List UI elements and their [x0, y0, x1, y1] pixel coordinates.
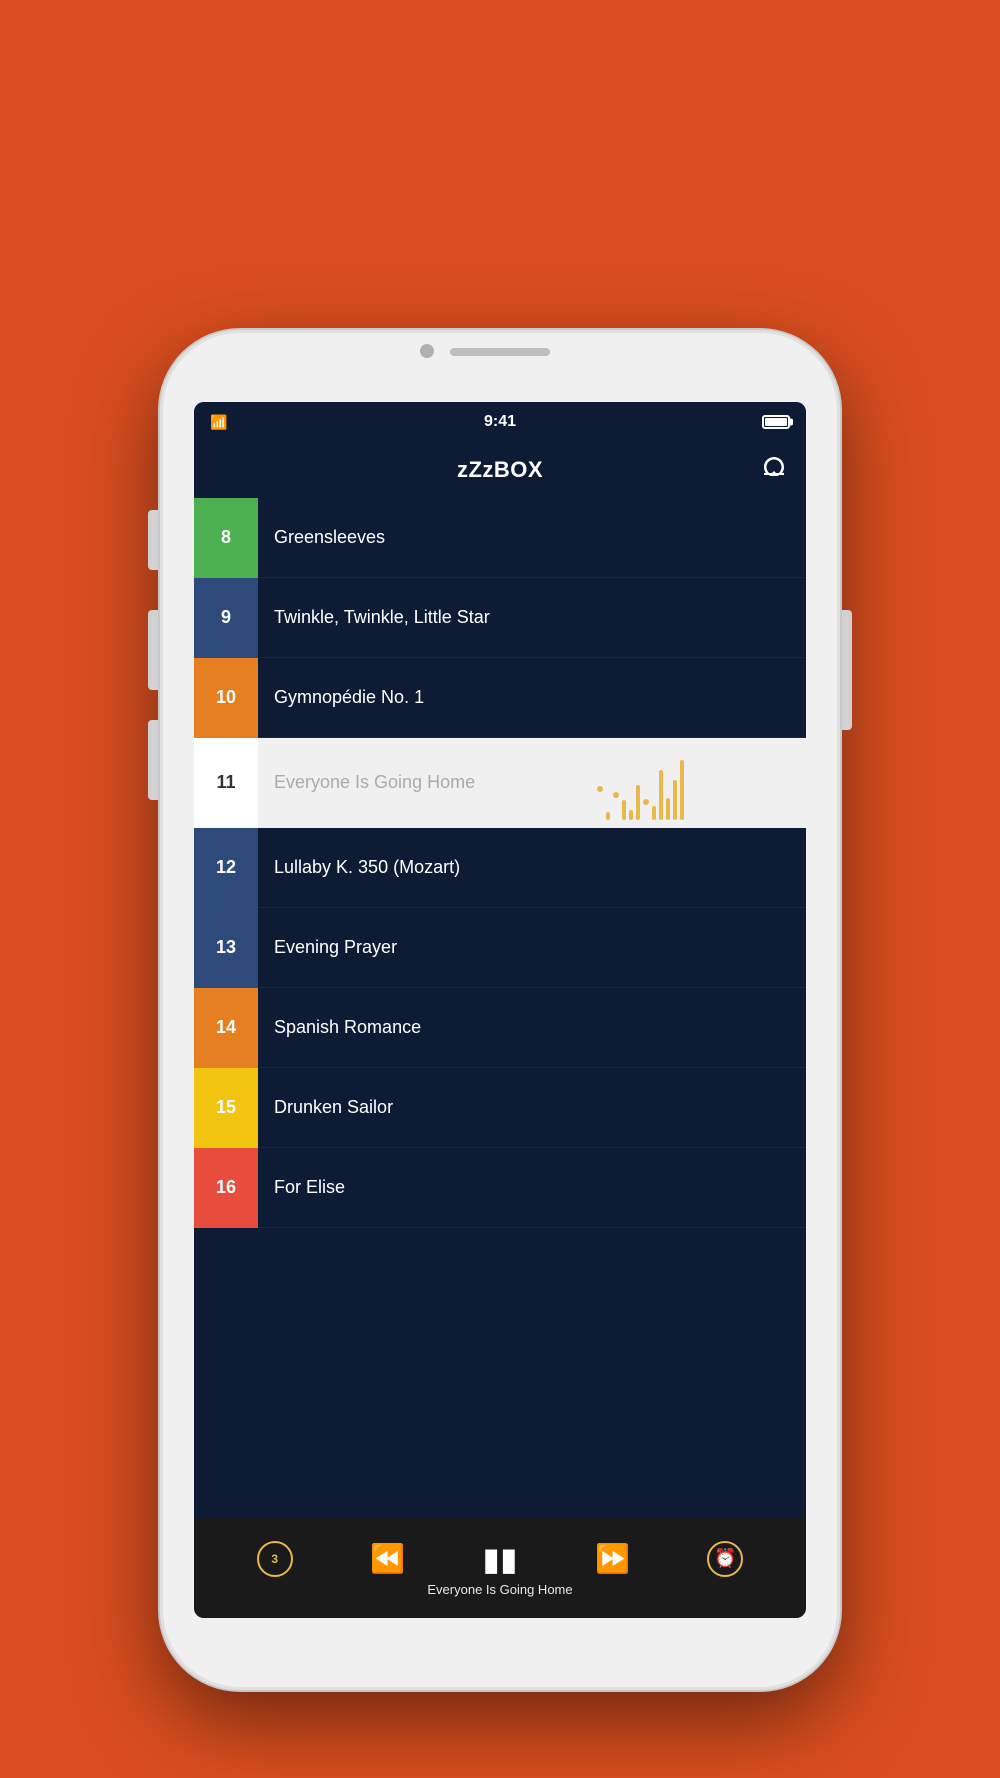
track-name-12: Lullaby K. 350 (Mozart) — [258, 857, 460, 878]
pause-icon: ▮▮ — [482, 1540, 517, 1578]
power-button — [842, 610, 852, 730]
waveform-dot — [597, 786, 603, 792]
waveform-visualization — [475, 738, 806, 828]
forward-button[interactable]: ⏩ — [595, 1542, 630, 1575]
track-name-8: Greensleeves — [258, 527, 385, 548]
app-title: zZzBOX — [457, 457, 543, 483]
waveform-bar — [673, 780, 677, 820]
rewind-button[interactable]: ⏪ — [370, 1542, 405, 1575]
waveform-bar — [622, 800, 626, 820]
track-name-11: Everyone Is Going Home — [258, 772, 475, 793]
track-item[interactable]: 13 Evening Prayer — [194, 908, 806, 988]
track-item[interactable]: 8 Greensleeves — [194, 498, 806, 578]
battery-fill — [765, 418, 787, 426]
track-name-16: For Elise — [258, 1177, 345, 1198]
track-number-13: 13 — [194, 908, 258, 988]
track-number-15: 15 — [194, 1068, 258, 1148]
phone-mockup: 📶 9:41 zZzBOX — [160, 330, 840, 1690]
status-time: 9:41 — [484, 413, 516, 431]
app-header: zZzBOX — [194, 442, 806, 498]
waveform-bar — [652, 806, 656, 820]
volume-up-button — [148, 610, 158, 690]
front-camera — [420, 344, 434, 358]
track-number-14: 14 — [194, 988, 258, 1068]
track-item[interactable]: 16 For Elise — [194, 1148, 806, 1228]
track-number-10: 10 — [194, 658, 258, 738]
battery-icon — [762, 415, 790, 429]
track-name-14: Spanish Romance — [258, 1017, 421, 1038]
timer-count: 3 — [271, 1552, 278, 1566]
player-bar: 3 ⏪ ▮▮ ⏩ ⏰ Everyone Is Going H — [194, 1518, 806, 1618]
status-bar: 📶 9:41 — [194, 402, 806, 442]
rewind-icon: ⏪ — [370, 1542, 405, 1575]
mute-button — [148, 510, 158, 570]
track-name-10: Gymnopédie No. 1 — [258, 687, 424, 708]
wifi-icon: 📶 — [210, 414, 227, 431]
track-number-16: 16 — [194, 1148, 258, 1228]
waveform-bar — [680, 760, 684, 820]
track-name-15: Drunken Sailor — [258, 1097, 393, 1118]
clock-icon: ⏰ — [714, 1548, 736, 1569]
status-left: 📶 — [210, 414, 227, 431]
track-number-8: 8 — [194, 498, 258, 578]
player-track-name: Everyone Is Going Home — [427, 1582, 572, 1597]
waveform-dot — [613, 792, 619, 798]
track-name-13: Evening Prayer — [258, 937, 397, 958]
player-controls: 3 ⏪ ▮▮ ⏩ ⏰ — [194, 1540, 806, 1578]
track-number-12: 12 — [194, 828, 258, 908]
waveform-bar — [606, 812, 610, 820]
earpiece-speaker — [450, 348, 550, 356]
waveform-bar — [666, 798, 670, 820]
pause-button[interactable]: ▮▮ — [482, 1540, 517, 1578]
airplay-button[interactable] — [758, 454, 790, 486]
forward-icon: ⏩ — [595, 1542, 630, 1575]
volume-down-button — [148, 720, 158, 800]
track-name-9: Twinkle, Twinkle, Little Star — [258, 607, 490, 628]
waveform-bar — [636, 785, 640, 820]
airplay-icon — [762, 455, 786, 485]
clock-timer-button[interactable]: ⏰ — [707, 1541, 743, 1577]
track-number-9: 9 — [194, 578, 258, 658]
sleep-timer-button[interactable]: 3 — [257, 1541, 293, 1577]
track-item[interactable]: 14 Spanish Romance — [194, 988, 806, 1068]
status-right — [758, 415, 790, 429]
track-item[interactable]: 15 Drunken Sailor — [194, 1068, 806, 1148]
track-item-active[interactable]: 11 Everyone Is Going Home — [194, 738, 806, 828]
track-number-11: 11 — [194, 738, 258, 828]
track-item[interactable]: 9 Twinkle, Twinkle, Little Star — [194, 578, 806, 658]
track-item[interactable]: 10 Gymnopédie No. 1 — [194, 658, 806, 738]
waveform-bar — [659, 770, 663, 820]
phone-screen: 📶 9:41 zZzBOX — [194, 402, 806, 1618]
waveform-dot — [643, 799, 649, 805]
track-list: 8 Greensleeves 9 Twinkle, Twinkle, Littl… — [194, 498, 806, 1228]
waveform-bar — [629, 810, 633, 820]
track-item[interactable]: 12 Lullaby K. 350 (Mozart) — [194, 828, 806, 908]
